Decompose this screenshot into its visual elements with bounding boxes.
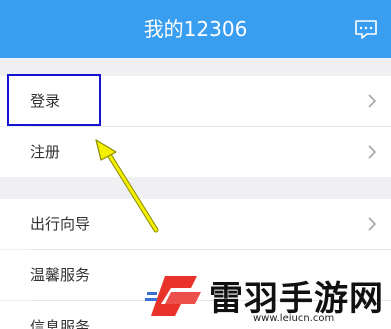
watermark: 雷羽手游网 www.leiucn.com	[145, 266, 391, 329]
header-bar: 我的12306	[0, 0, 391, 58]
chevron-right-icon	[368, 217, 377, 231]
message-icon[interactable]	[354, 20, 378, 40]
watermark-logo-icon	[145, 276, 201, 316]
register-label: 注册	[30, 143, 61, 161]
info-service-label: 信息服务	[30, 318, 91, 329]
highlight-box	[7, 74, 101, 126]
page-title: 我的12306	[143, 17, 248, 41]
watermark-url: www.leiucn.com	[253, 313, 335, 324]
chevron-right-icon	[368, 145, 377, 159]
menu-item-travel-guide[interactable]: 出行向导	[0, 199, 391, 249]
travel-guide-label: 出行向导	[30, 215, 91, 233]
page: 我的12306 登录 注册 出行向导 温馨服务 信息服务 雷羽手游网 www.l…	[0, 0, 391, 329]
menu-item-register[interactable]: 注册	[0, 127, 391, 177]
warm-service-label: 温馨服务	[30, 266, 91, 284]
chevron-right-icon	[368, 94, 377, 108]
